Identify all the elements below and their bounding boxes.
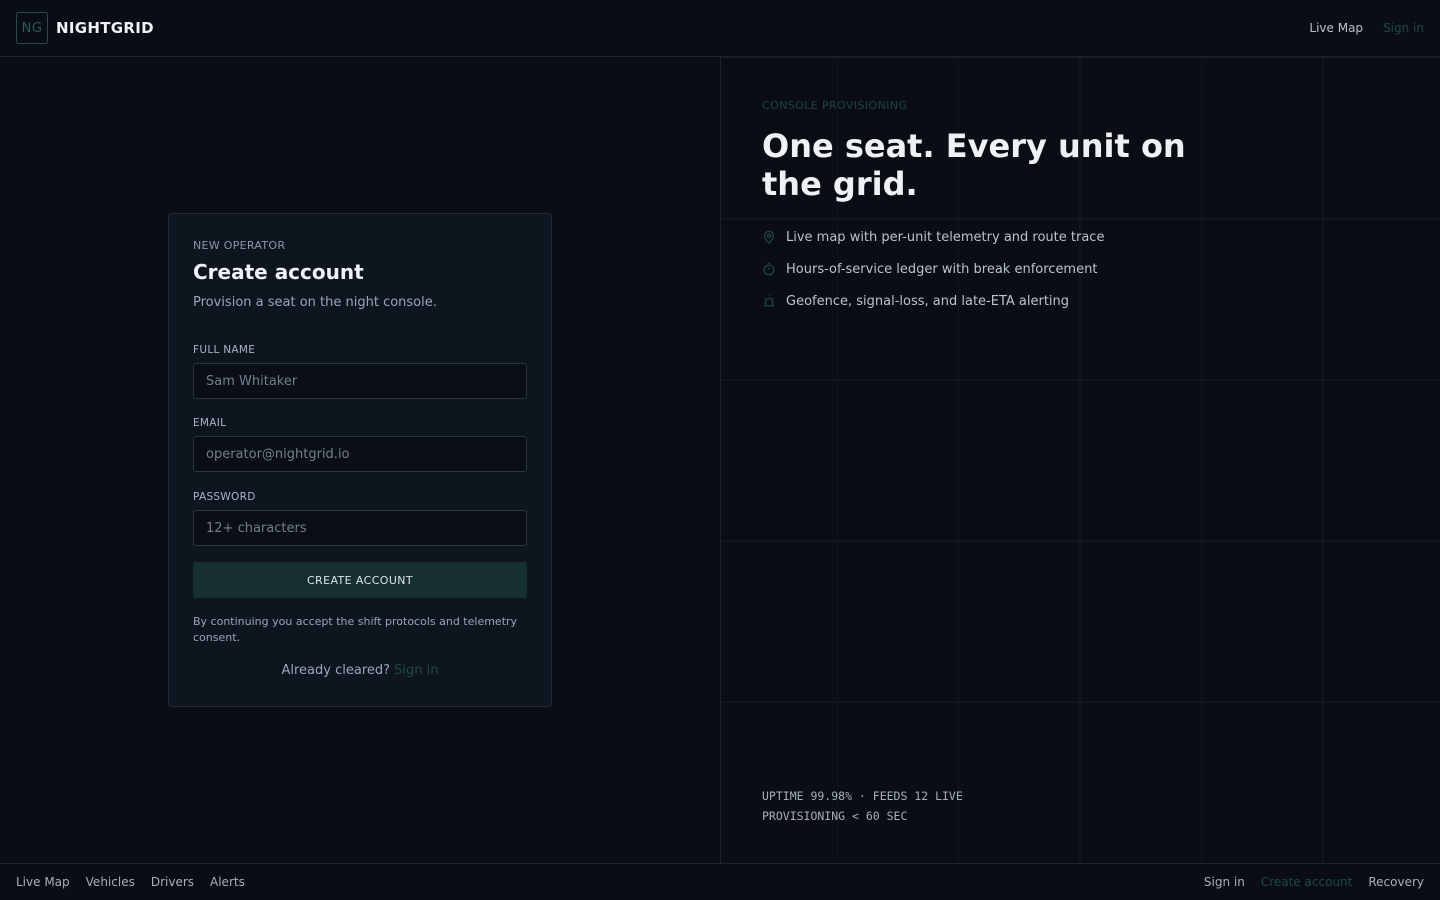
signin-prompt: Already cleared? Sign in — [193, 663, 527, 678]
hero-pane: CONSOLE PROVISIONING One seat. Every uni… — [720, 57, 1440, 863]
footer: Live Map Vehicles Drivers Alerts Sign in… — [0, 863, 1440, 900]
footer-alerts[interactable]: Alerts — [210, 875, 245, 889]
brand[interactable]: NG NIGHTGRID — [16, 12, 154, 44]
hero-kicker: CONSOLE PROVISIONING — [762, 99, 908, 112]
feature-item: Hours-of-service ledger with break enfor… — [762, 259, 1104, 279]
stats-line: UPTIME 99.98% · FEEDS 12 LIVE — [762, 789, 963, 803]
create-account-card: NEW OPERATOR Create account Provision a … — [168, 213, 552, 707]
stats-line: PROVISIONING < 60 SEC — [762, 809, 908, 823]
footer-live-map[interactable]: Live Map — [16, 875, 70, 889]
form-subtitle: Provision a seat on the night console. — [193, 295, 437, 310]
footer-sign-in[interactable]: Sign in — [1204, 875, 1245, 889]
password-group: PASSWORD — [193, 491, 527, 546]
feature-item: Live map with per-unit telemetry and rou… — [762, 227, 1104, 247]
signin-link[interactable]: Sign in — [394, 663, 438, 678]
email-input[interactable] — [193, 436, 527, 472]
full-name-label: FULL NAME — [193, 344, 256, 356]
full-name-group: FULL NAME — [193, 344, 527, 399]
feature-item: Geofence, signal-loss, and late-ETA aler… — [762, 291, 1104, 311]
nav-live-map[interactable]: Live Map — [1309, 21, 1363, 35]
footer-drivers[interactable]: Drivers — [151, 875, 194, 889]
create-account-button[interactable]: CREATE ACCOUNT — [193, 562, 527, 598]
form-title: Create account — [193, 260, 364, 284]
consent-text: By continuing you accept the shift proto… — [193, 615, 518, 644]
top-nav: Live Map Sign in — [1309, 21, 1424, 35]
feature-text: Live map with per-unit telemetry and rou… — [786, 229, 1105, 245]
top-bar: NG NIGHTGRID Live Map Sign in — [0, 0, 1440, 57]
logo-mark: NG — [16, 12, 48, 44]
form-pane: NEW OPERATOR Create account Provision a … — [0, 57, 720, 863]
timer-icon — [762, 262, 776, 276]
footer-vehicles[interactable]: Vehicles — [86, 875, 135, 889]
status-readout: UPTIME 99.98% · FEEDS 12 LIVE PROVISIONI… — [762, 786, 963, 826]
signin-prompt-text: Already cleared? — [281, 663, 391, 678]
email-label: EMAIL — [193, 417, 227, 429]
footer-recovery[interactable]: Recovery — [1368, 875, 1424, 889]
nav-sign-in[interactable]: Sign in — [1383, 21, 1424, 35]
footer-nav-right: Sign in Create account Recovery — [1204, 875, 1424, 889]
password-label: PASSWORD — [193, 491, 256, 503]
form-eyebrow: NEW OPERATOR — [193, 239, 286, 252]
hero-headline: One seat. Every unit on the grid. — [762, 127, 1186, 203]
feature-text: Geofence, signal-loss, and late-ETA aler… — [786, 293, 1070, 309]
map-pin-icon — [762, 230, 776, 244]
feature-text: Hours-of-service ledger with break enfor… — [786, 261, 1098, 277]
footer-create-account[interactable]: Create account — [1261, 875, 1353, 889]
password-input[interactable] — [193, 510, 527, 546]
alarm-icon — [762, 294, 776, 308]
email-group: EMAIL — [193, 417, 527, 472]
full-name-input[interactable] — [193, 363, 527, 399]
feature-list: Live map with per-unit telemetry and rou… — [762, 227, 1104, 323]
brand-name: NIGHTGRID — [56, 19, 154, 37]
footer-nav-left: Live Map Vehicles Drivers Alerts — [16, 875, 245, 889]
